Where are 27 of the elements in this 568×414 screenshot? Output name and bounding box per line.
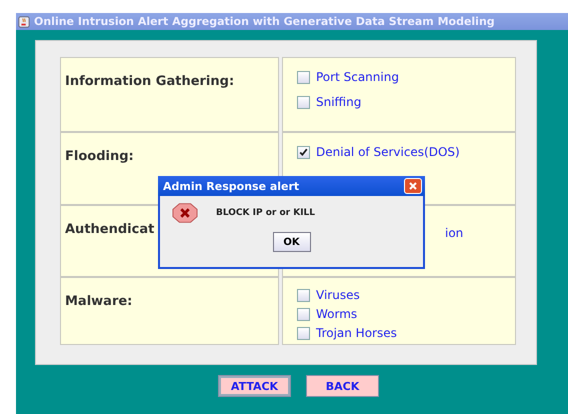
attack-checkbox[interactable]: Worms (297, 307, 501, 321)
attack-checkbox[interactable]: Viruses (297, 288, 501, 302)
close-icon[interactable] (408, 181, 418, 191)
checkbox-icon[interactable] (297, 146, 310, 158)
ok-button[interactable]: OK (272, 232, 310, 252)
action-button[interactable]: ATTACK (218, 375, 291, 397)
alert-message: BLOCK IP or or KILL (216, 208, 316, 218)
attack-checkbox[interactable]: Sniffing (297, 95, 501, 109)
option-label: ion (444, 225, 464, 240)
coffee-cup-icon (18, 16, 30, 28)
dialog-title: Admin Response alert (163, 180, 300, 192)
action-button[interactable]: BACK (306, 375, 379, 397)
error-icon (172, 202, 198, 224)
close-button[interactable] (404, 178, 422, 194)
attack-checkbox[interactable]: Port Scanning (297, 70, 501, 84)
checkbox-icon[interactable] (297, 96, 310, 108)
category-label: Malware: (65, 294, 132, 309)
checkbox-icon[interactable] (297, 326, 310, 340)
attack-checkbox[interactable]: Trojan Horses (297, 326, 501, 340)
category-label: Information Gathering: (65, 74, 234, 89)
attack-checkbox[interactable]: Denial of Services(DOS) (297, 145, 501, 159)
checkbox-icon[interactable] (297, 70, 310, 84)
checkbox-icon[interactable] (297, 308, 310, 320)
window-title: Online Intrusion Alert Aggregation with Generative Data Stream Modeling (34, 15, 495, 28)
category-label: Flooding: (65, 149, 134, 164)
checkbox-icon[interactable] (297, 288, 310, 302)
category-label: Authendicat (65, 222, 154, 237)
